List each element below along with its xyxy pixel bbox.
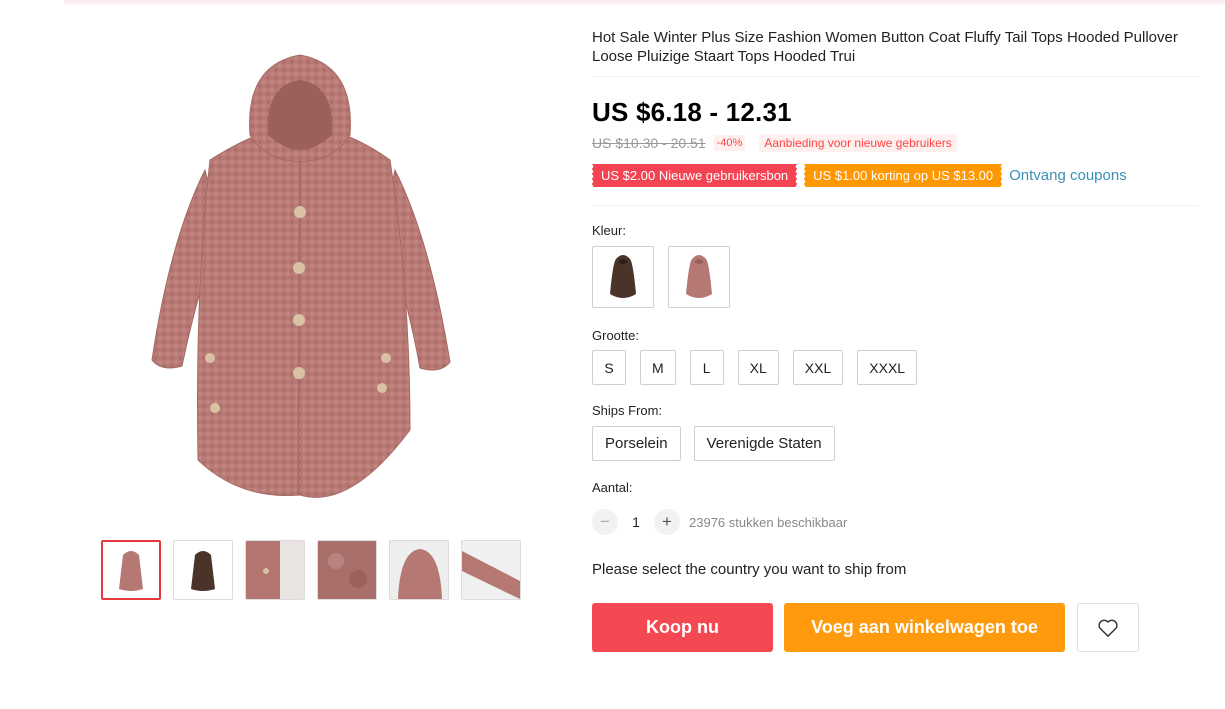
thumbnail-fabric-detail-2[interactable] <box>317 540 377 600</box>
quantity-plus-button[interactable]: + <box>654 509 680 535</box>
size-option-l[interactable]: L <box>689 350 724 385</box>
heart-icon <box>1098 619 1118 637</box>
price-details: US $10.30 - 20.51 -40% Aanbieding voor n… <box>592 134 1200 152</box>
thumbnail-fabric-detail-1[interactable] <box>245 540 305 600</box>
color-options <box>592 246 1200 308</box>
ship-country-note: Please select the country you want to sh… <box>592 561 907 578</box>
buy-now-button[interactable]: Koop nu <box>592 603 773 652</box>
thumbnail-pink-coat[interactable] <box>101 540 161 600</box>
quantity-value[interactable]: 1 <box>618 514 654 530</box>
store-coupon[interactable]: US $1.00 korting op US $13.00 <box>803 164 1003 187</box>
color-option-pink[interactable] <box>668 246 730 308</box>
ships-from-label: Ships From: <box>592 403 663 418</box>
thumbnail-brown-coat[interactable] <box>173 540 233 600</box>
size-options: S M L XL XXL XXXL <box>592 350 1200 385</box>
current-price: US $6.18 - 12.31 <box>592 97 792 127</box>
quantity-label: Aantal: <box>592 480 633 495</box>
thumbnail-hood-detail[interactable] <box>389 540 449 600</box>
coat-illustration <box>151 54 451 498</box>
purchase-actions: Koop nu Voeg aan winkelwagen toe <box>592 603 1200 652</box>
size-option-xxl[interactable]: XXL <box>792 350 844 385</box>
size-label: Grootte: <box>592 328 639 343</box>
new-user-deal-badge: Aanbieding voor nieuwe gebruikers <box>759 134 957 152</box>
get-coupons-link[interactable]: Ontvang coupons <box>1009 167 1127 184</box>
add-to-cart-button[interactable]: Voeg aan winkelwagen toe <box>784 603 1065 652</box>
ships-from-us[interactable]: Verenigde Staten <box>693 426 835 461</box>
stock-available: 23976 stukken beschikbaar <box>689 514 848 530</box>
ships-from-china[interactable]: Porselein <box>592 426 681 461</box>
size-option-m[interactable]: M <box>640 350 676 385</box>
quantity-stepper: − 1 + 23976 stukken beschikbaar <box>592 509 1200 535</box>
new-user-coupon[interactable]: US $2.00 Nieuwe gebruikersbon <box>590 164 798 187</box>
quantity-minus-button[interactable]: − <box>592 509 618 535</box>
product-info: Hot Sale Winter Plus Size Fashion Women … <box>590 28 1200 652</box>
wishlist-button[interactable] <box>1077 603 1139 652</box>
color-option-brown[interactable] <box>592 246 654 308</box>
size-option-xxxl[interactable]: XXXL <box>857 350 918 385</box>
ships-from-options: Porselein Verenigde Staten <box>592 426 1200 461</box>
coupon-row: US $2.00 Nieuwe gebruikersbon US $1.00 k… <box>590 164 1198 206</box>
product-title: Hot Sale Winter Plus Size Fashion Women … <box>592 28 1198 77</box>
size-option-s[interactable]: S <box>592 350 626 385</box>
size-option-xl[interactable]: XL <box>737 350 779 385</box>
main-product-image[interactable] <box>110 40 490 520</box>
thumbnail-sleeve-detail[interactable] <box>461 540 521 600</box>
thumbnail-strip <box>101 540 521 600</box>
color-label: Kleur: <box>592 223 626 238</box>
original-price: US $10.30 - 20.51 <box>592 135 706 151</box>
discount-badge: -40% <box>713 135 746 151</box>
header-shadow <box>64 0 1225 6</box>
